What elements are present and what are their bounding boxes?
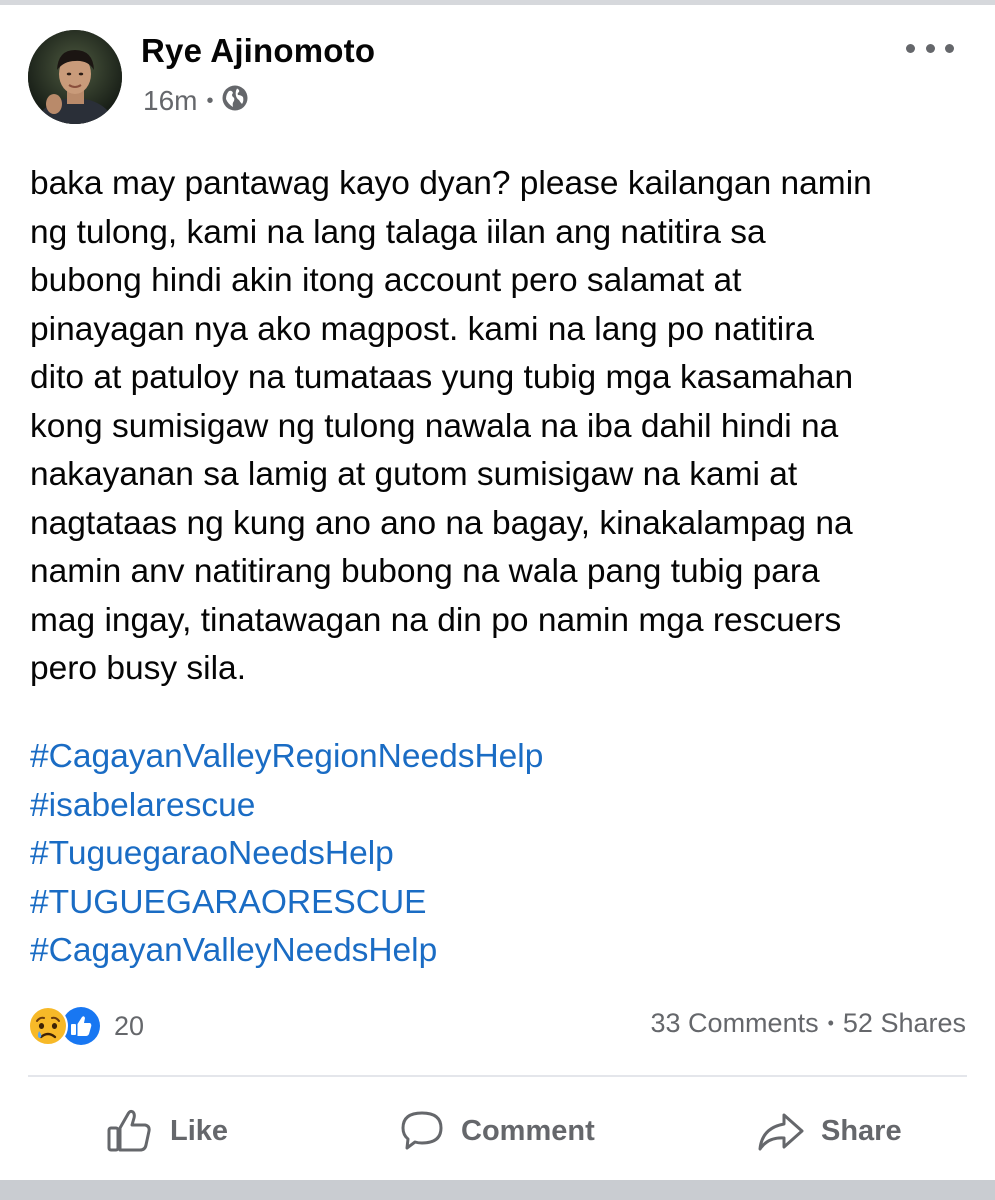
engagement-stats: 33 Comments • 52 Shares: [651, 1008, 966, 1039]
globe-icon: [221, 84, 249, 119]
post-text-line: ng tulong, kami na lang talaga iilan ang…: [30, 213, 766, 251]
post-text-line: nagtataas ng kung ano ano na bagay, kina…: [30, 504, 853, 542]
action-bar: Like Comment Share: [0, 1100, 995, 1162]
post-text-line: mag ingay, tinatawagan na din po namin m…: [30, 601, 842, 639]
comment-button[interactable]: Comment: [399, 1100, 595, 1162]
like-button[interactable]: Like: [106, 1100, 228, 1162]
hashtag-link[interactable]: #CagayanValleyNeedsHelp: [30, 927, 543, 976]
post-text-line: pinayagan nya ako magpost. kami na lang …: [30, 310, 815, 348]
more-dot: [925, 43, 935, 53]
post-text-line: nakayanan sa lamig at gutom sumisigaw na…: [30, 456, 798, 493]
comments-count[interactable]: 33 Comments: [651, 1008, 819, 1039]
bottom-edge: [0, 1180, 995, 1200]
hashtag-link[interactable]: #TUGUEGARAORESCUE: [30, 879, 543, 928]
share-button[interactable]: Share: [757, 1100, 902, 1162]
post-text-line: namin anv natitirang bubong na wala pang…: [30, 553, 820, 590]
more-options-icon[interactable]: [904, 32, 956, 64]
hashtag-link[interactable]: #TuguegaraoNeedsHelp: [30, 830, 543, 879]
reaction-count: 20: [114, 1010, 145, 1041]
reactions-summary[interactable]: 20: [28, 1004, 144, 1048]
post-text-line: dito at patuloy na tumataas yung tubig m…: [30, 359, 854, 396]
post-meta: 16m •: [143, 84, 249, 118]
hashtag-list: #CagayanValleyRegionNeedsHelp #isabelare…: [30, 733, 543, 976]
stats-separator: •: [827, 1013, 834, 1033]
like-label: Like: [170, 1114, 229, 1147]
sad-icon: [28, 1006, 68, 1046]
comment-icon: [399, 1107, 461, 1155]
post-text-line: kong sumisigaw ng tulong nawala na iba d…: [30, 407, 839, 445]
meta-separator: •: [206, 89, 214, 112]
hashtag-link[interactable]: #CagayanValleyRegionNeedsHelp: [30, 733, 543, 782]
share-icon: [757, 1107, 821, 1155]
more-dot: [945, 43, 954, 53]
thumbs-up-icon: [106, 1107, 170, 1155]
post-text-line: baka may pantawag kayo dyan? please kail…: [30, 165, 872, 202]
hashtag-link[interactable]: #isabelarescue: [30, 782, 543, 831]
post-text-line: bubong hindi akin itong account pero sal…: [30, 262, 742, 299]
post-body: baka may pantawag kayo dyan? please kail…: [30, 160, 980, 694]
top-edge: [0, 0, 995, 5]
post-time[interactable]: 16m: [143, 85, 197, 117]
share-label: Share: [821, 1114, 902, 1147]
more-dot: [906, 43, 915, 53]
avatar[interactable]: [28, 30, 122, 124]
shares-count[interactable]: 52 Shares: [843, 1008, 966, 1039]
divider: [28, 1075, 967, 1077]
author-name[interactable]: Rye Ajinomoto: [141, 32, 375, 70]
comment-label: Comment: [461, 1114, 595, 1147]
post-text-line: pero busy sila.: [30, 650, 246, 687]
